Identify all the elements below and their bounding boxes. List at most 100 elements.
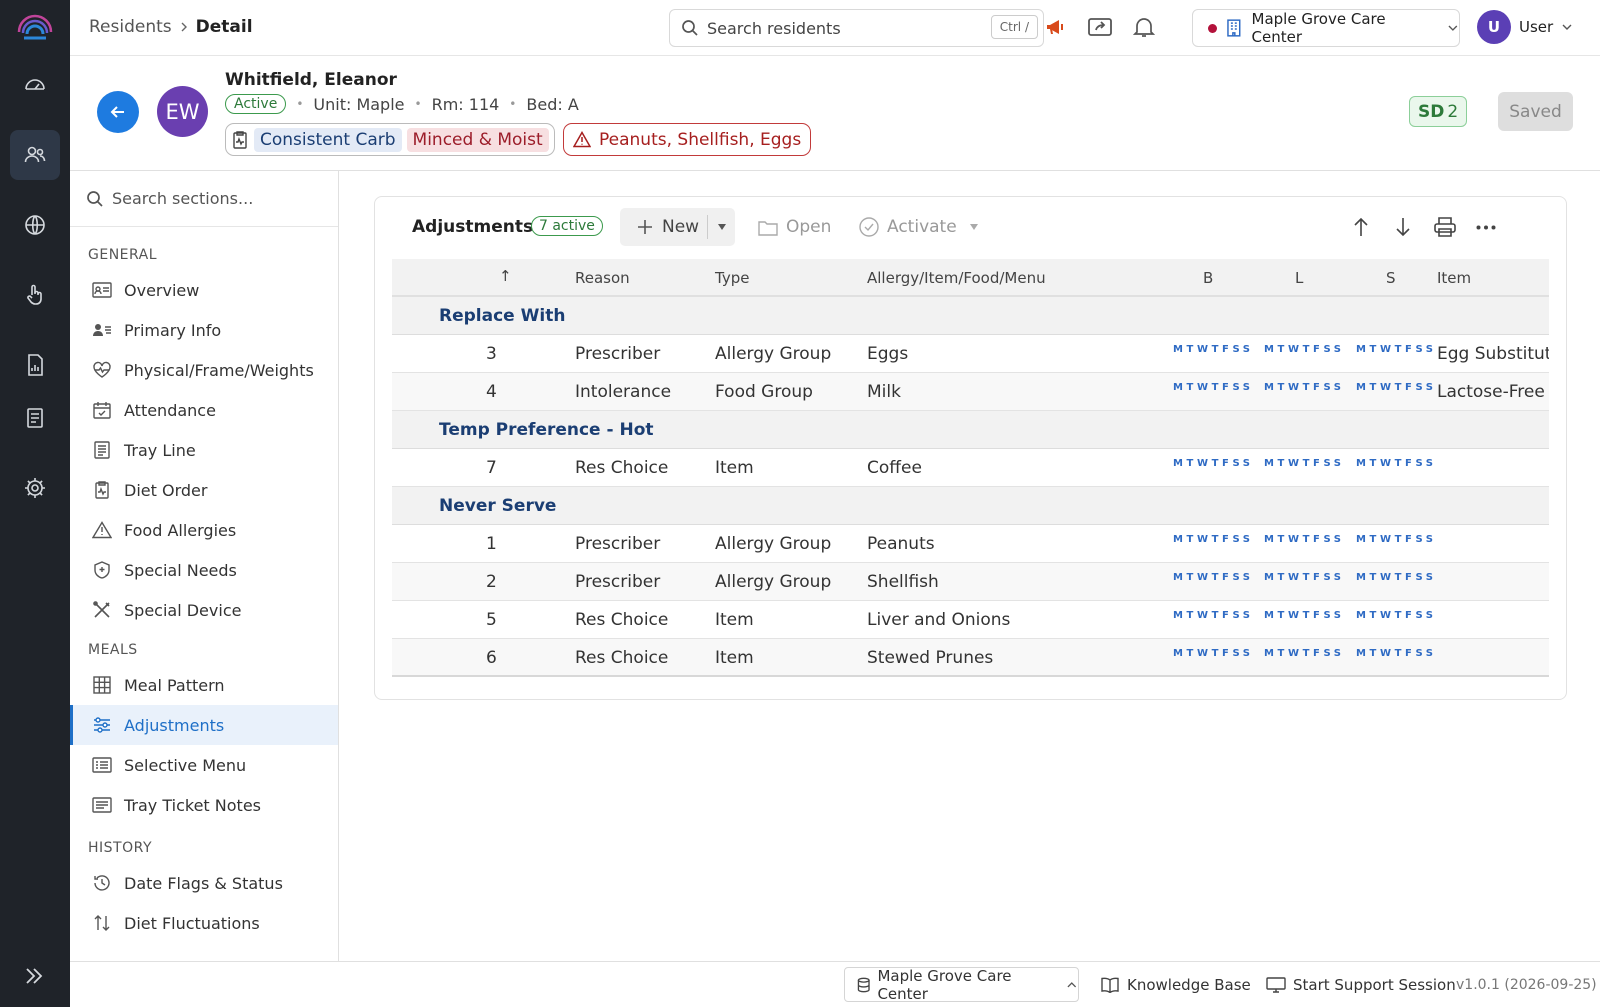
type-column-header[interactable]: Type [715, 269, 749, 287]
row-type: Allergy Group [715, 534, 832, 554]
nav-item-overview[interactable]: Overview [70, 270, 338, 310]
allergy-pill[interactable]: Peanuts, Shellfish, Eggs [563, 123, 812, 156]
nav-label: Date Flags & Status [124, 873, 283, 893]
nav-item-special-device[interactable]: Special Device [70, 590, 338, 630]
resident-header: EW Whitfield, Eleanor Active • Unit: Map… [70, 56, 1600, 171]
supper-days: MTWTFSS [1356, 344, 1437, 355]
group-header[interactable]: Never Serve [392, 487, 1549, 525]
nav-item-diet-fluctuations[interactable]: Diet Fluctuations [70, 903, 338, 943]
app-rail [0, 0, 70, 1007]
nav-item-diet-order[interactable]: Diet Order [70, 470, 338, 510]
residents-icon[interactable] [10, 130, 60, 180]
settings-gear-icon[interactable] [10, 463, 60, 513]
table-row[interactable]: 6 Res Choice Item Stewed Prunes MTWTFSS … [392, 639, 1549, 677]
report-icon[interactable] [10, 340, 60, 390]
chevron-down-icon [1448, 25, 1458, 31]
more-options-icon[interactable] [1476, 225, 1496, 230]
announcement-icon[interactable] [1044, 15, 1068, 39]
row-number: 3 [486, 344, 497, 364]
nav-item-adjustments[interactable]: Adjustments [70, 705, 338, 745]
nav-label: Special Needs [124, 560, 237, 580]
folder-icon [758, 220, 778, 236]
nav-item-food-allergies[interactable]: Food Allergies [70, 510, 338, 550]
table-row[interactable]: 3 Prescriber Allergy Group Eggs MTWTFSS … [392, 335, 1549, 373]
globe-icon[interactable] [10, 200, 60, 250]
move-up-icon[interactable] [1352, 217, 1370, 237]
nav-heading-general: GENERAL [88, 247, 158, 263]
printer-icon[interactable] [1434, 217, 1456, 237]
bell-icon[interactable] [1133, 15, 1155, 39]
search-input[interactable] [707, 18, 977, 38]
knowledge-base-link[interactable]: Knowledge Base [1100, 976, 1251, 994]
group-label: Replace With [439, 306, 566, 326]
nav-item-attendance[interactable]: Attendance [70, 390, 338, 430]
supper-column-header[interactable]: S [1386, 269, 1396, 287]
nav-label: Special Device [124, 600, 242, 620]
table-row[interactable]: 5 Res Choice Item Liver and Onions MTWTF… [392, 601, 1549, 639]
top-bar: Residents Detail Ctrl / Maple Grove Care… [70, 0, 1600, 56]
share-icon[interactable] [1087, 15, 1113, 39]
new-label: New [662, 217, 700, 237]
sd-badge[interactable]: SD 2 [1409, 96, 1468, 127]
breadcrumb-residents[interactable]: Residents [89, 17, 172, 37]
user-menu[interactable]: U User [1477, 10, 1573, 44]
row-reason: Res Choice [575, 648, 669, 668]
reason-column-header[interactable]: Reason [575, 269, 630, 287]
nav-item-tray-line[interactable]: Tray Line [70, 430, 338, 470]
target-column-header[interactable]: Allergy/Item/Food/Menu [867, 269, 1046, 287]
sd-count: 2 [1447, 101, 1459, 122]
dashboard-icon[interactable] [10, 60, 60, 110]
row-reason: Intolerance [575, 382, 672, 402]
footer-facility-selector[interactable]: Maple Grove Care Center [844, 967, 1079, 1003]
nav-item-tray-ticket-notes[interactable]: Tray Ticket Notes [70, 785, 338, 825]
app-logo[interactable] [16, 10, 54, 40]
nav-item-selective-menu[interactable]: Selective Menu [70, 745, 338, 785]
facility-selector[interactable]: Maple Grove Care Center [1192, 9, 1460, 47]
document-list-icon[interactable] [10, 393, 60, 443]
nav-item-date-flags[interactable]: Date Flags & Status [70, 863, 338, 903]
adjustments-table: ↑ Reason Type Allergy/Item/Food/Menu B L… [392, 259, 1549, 679]
section-search-input[interactable] [112, 189, 312, 208]
expand-rail-icon[interactable] [22, 964, 46, 988]
sort-column-header[interactable]: ↑ [499, 267, 512, 285]
activate-button[interactable]: Activate [859, 217, 979, 237]
nav-heading-history: HISTORY [88, 840, 152, 856]
group-header[interactable]: Temp Preference - Hot [392, 411, 1549, 449]
resident-unit: Unit: Maple [313, 94, 405, 114]
nav-item-primary-info[interactable]: Primary Info [70, 310, 338, 350]
supper-days: MTWTFSS [1356, 648, 1437, 659]
row-number: 2 [486, 572, 497, 592]
item-column-header[interactable]: Item [1437, 269, 1471, 287]
group-header[interactable]: Replace With [392, 297, 1549, 335]
back-button[interactable] [97, 91, 139, 133]
new-button[interactable]: New [620, 208, 735, 246]
nav-item-special-needs[interactable]: Special Needs [70, 550, 338, 590]
arrow-left-icon [110, 106, 124, 118]
calendar-check-icon [93, 402, 111, 419]
person-lines-icon [93, 324, 111, 336]
caret-down-icon[interactable] [969, 223, 979, 231]
lunch-column-header[interactable]: L [1295, 269, 1303, 287]
activate-label: Activate [887, 217, 957, 237]
saved-button[interactable]: Saved [1498, 92, 1573, 131]
lunch-days: MTWTFSS [1264, 382, 1345, 393]
hand-pointer-icon[interactable] [10, 270, 60, 320]
breakfast-column-header[interactable]: B [1203, 269, 1213, 287]
open-button[interactable]: Open [758, 217, 831, 237]
row-type: Item [715, 458, 754, 478]
list-card-icon [92, 757, 112, 773]
move-down-icon[interactable] [1394, 217, 1412, 237]
diet-order-pill[interactable]: Consistent Carb Minced & Moist [225, 123, 555, 156]
nav-item-meal-pattern[interactable]: Meal Pattern [70, 665, 338, 705]
nav-label: Physical/Frame/Weights [124, 360, 314, 380]
caret-down-icon[interactable] [717, 223, 727, 231]
nav-label: Tray Line [124, 440, 196, 460]
table-row[interactable]: 1 Prescriber Allergy Group Peanuts MTWTF… [392, 525, 1549, 563]
monitor-icon [1266, 977, 1286, 993]
table-row[interactable]: 7 Res Choice Item Coffee MTWTFSS MTWTFSS… [392, 449, 1549, 487]
support-session-link[interactable]: Start Support Session [1266, 976, 1456, 994]
table-row[interactable]: 4 Intolerance Food Group Milk MTWTFSS MT… [392, 373, 1549, 411]
resident-search: Ctrl / [669, 9, 1044, 47]
table-row[interactable]: 2 Prescriber Allergy Group Shellfish MTW… [392, 563, 1549, 601]
nav-item-physical[interactable]: Physical/Frame/Weights [70, 350, 338, 390]
